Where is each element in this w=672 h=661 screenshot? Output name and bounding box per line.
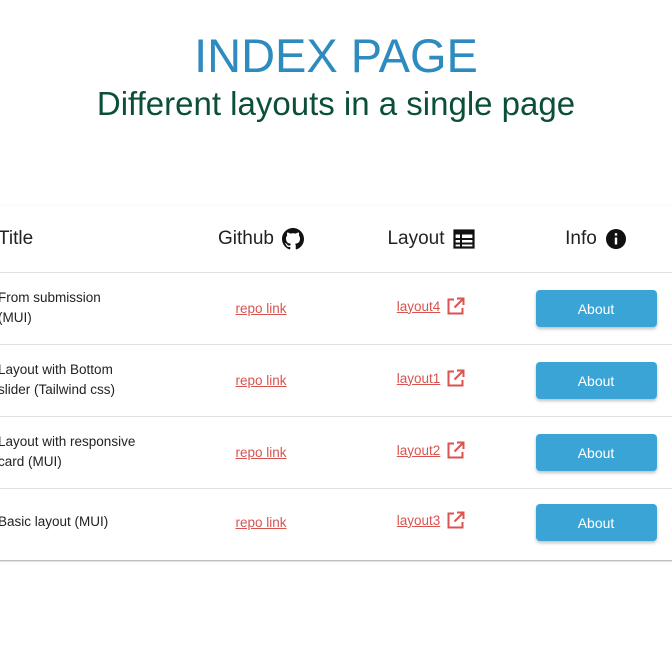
- page-subtitle: Different layouts in a single page: [96, 85, 576, 122]
- cell-title: Layout with Bottom slider (Tailwind css): [0, 344, 176, 416]
- layouts-table: Title Github Layout Info From submission…: [0, 206, 672, 556]
- cell-github: repo link: [176, 344, 346, 416]
- external-link-icon[interactable]: [446, 441, 465, 460]
- external-link-icon[interactable]: [446, 369, 465, 388]
- layout-link[interactable]: layout1: [397, 371, 441, 386]
- page-title: INDEX PAGE: [194, 29, 478, 82]
- about-button[interactable]: About: [535, 361, 657, 399]
- column-header-info-label: Info: [565, 227, 597, 249]
- cell-info: About: [516, 416, 672, 488]
- repo-link[interactable]: repo link: [235, 515, 286, 530]
- cell-layout: layout3: [346, 488, 516, 556]
- repo-link[interactable]: repo link: [235, 373, 286, 388]
- repo-link[interactable]: repo link: [235, 445, 286, 460]
- table-row: From submission (MUI) repo link layout4: [0, 272, 672, 344]
- cell-title: Basic layout (MUI): [0, 488, 176, 556]
- cell-info: About: [516, 344, 672, 416]
- page: INDEX PAGE Different layouts in a single…: [0, 0, 672, 661]
- cell-title: Layout with responsive card (MUI): [0, 416, 176, 488]
- column-header-github-label: Github: [218, 227, 274, 249]
- external-link-icon[interactable]: [446, 297, 465, 316]
- row-title: From submission (MUI): [0, 290, 101, 325]
- table-row: Layout with responsive card (MUI) repo l…: [0, 416, 672, 488]
- layouts-table-card: Title Github Layout Info From submission…: [0, 206, 672, 560]
- table-header-row: Title Github Layout Info: [0, 206, 672, 272]
- layout-link[interactable]: layout2: [397, 443, 441, 458]
- layout-link[interactable]: layout4: [397, 299, 441, 314]
- table-layout-icon: [452, 229, 475, 249]
- column-header-title-label: Title: [0, 227, 34, 249]
- cell-title: From submission (MUI): [0, 272, 176, 344]
- page-header: INDEX PAGE Different layouts in a single…: [0, 0, 672, 124]
- repo-link[interactable]: repo link: [235, 301, 286, 316]
- cell-github: repo link: [176, 416, 346, 488]
- about-button[interactable]: About: [535, 433, 657, 471]
- column-header-title: Title: [0, 206, 176, 272]
- cell-info: About: [516, 488, 672, 556]
- row-title: Layout with Bottom slider (Tailwind css): [0, 362, 116, 397]
- column-header-layout-label: Layout: [387, 227, 445, 249]
- row-title: Basic layout (MUI): [0, 514, 109, 530]
- layout-link[interactable]: layout3: [397, 513, 441, 528]
- external-link-icon[interactable]: [446, 511, 465, 530]
- row-title: Layout with responsive card (MUI): [0, 434, 136, 469]
- cell-github: repo link: [176, 488, 346, 556]
- info-icon: [605, 228, 627, 250]
- cell-info: About: [516, 272, 672, 344]
- about-button[interactable]: About: [535, 503, 657, 541]
- cell-layout: layout4: [346, 272, 516, 344]
- about-button[interactable]: About: [535, 289, 657, 327]
- column-header-github: Github: [176, 206, 346, 272]
- cell-layout: layout2: [346, 416, 516, 488]
- column-header-info: Info: [516, 206, 672, 272]
- table-row: Basic layout (MUI) repo link layout3 Abo…: [0, 488, 672, 556]
- cell-github: repo link: [176, 272, 346, 344]
- table-row: Layout with Bottom slider (Tailwind css)…: [0, 344, 672, 416]
- column-header-layout: Layout: [346, 206, 516, 272]
- github-icon: [281, 227, 304, 250]
- cell-layout: layout1: [346, 344, 516, 416]
